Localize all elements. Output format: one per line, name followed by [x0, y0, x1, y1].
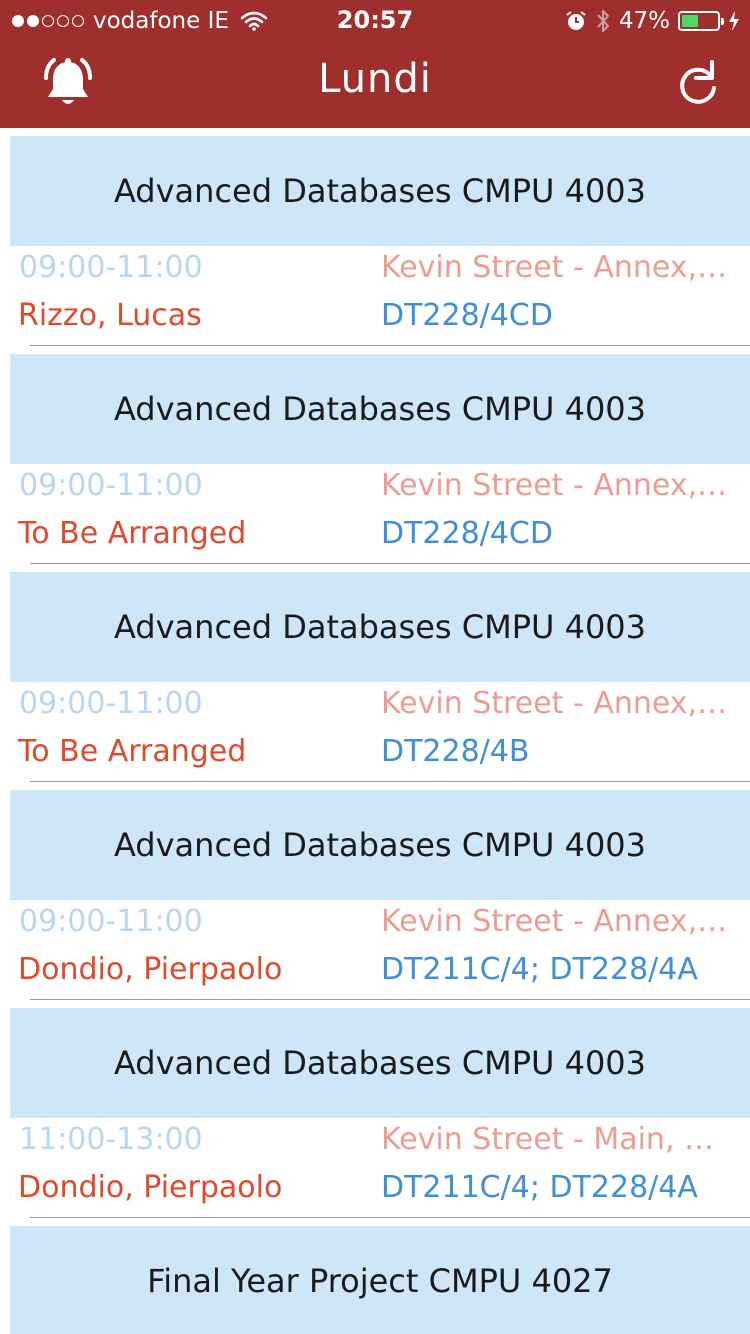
class-entry[interactable]: 09:00-11:00 To Be Arranged Kevin Street - … — [0, 464, 750, 564]
class-location: Kevin Street - Annex, Room KA-3-015 — [381, 686, 733, 721]
course-title: Advanced Databases CMPU 4003 — [113, 390, 647, 428]
course-title: Advanced Databases CMPU 4003 — [113, 826, 647, 864]
alarm-icon — [566, 11, 586, 30]
class-entry[interactable]: 09:00-11:00 Rizzo, Lucas Kevin Street - An… — [0, 246, 750, 346]
battery-percent: 47% — [618, 8, 670, 34]
class-entry[interactable]: 11:00-13:00 Dondio, Pierpaolo Kevin Street… — [0, 1118, 750, 1218]
course-header[interactable]: Final Year Project CMPU 4027 — [10, 1226, 750, 1334]
battery-nub — [721, 18, 724, 25]
refresh-icon[interactable] — [674, 58, 722, 108]
course-header[interactable]: Advanced Databases CMPU 4003 — [10, 354, 750, 464]
class-time: 09:00-11:00 — [19, 904, 203, 939]
class-entry[interactable]: 09:00-11:00 Dondio, Pierpaolo Kevin Street… — [0, 900, 750, 1000]
course-header[interactable]: Advanced Databases CMPU 4003 — [10, 790, 750, 900]
bluetooth-icon — [597, 10, 609, 32]
lecturer-name: Rizzo, Lucas — [18, 298, 202, 333]
course-title: Advanced Databases CMPU 4003 — [113, 172, 647, 210]
class-time: 09:00-11:00 — [19, 250, 203, 285]
page-title: Lundi — [318, 56, 432, 102]
course-title: Final Year Project CMPU 4027 — [147, 1262, 613, 1300]
student-group: DT228/4CD — [381, 298, 553, 333]
battery-icon — [678, 11, 724, 31]
class-location: Kevin Street - Main, Building Room — [381, 1122, 733, 1157]
row-separator — [30, 1217, 750, 1218]
class-entry[interactable]: 09:00-11:00 To Be Arranged Kevin Street - … — [0, 682, 750, 782]
student-group: DT228/4CD — [381, 516, 553, 551]
lecturer-name: Dondio, Pierpaolo — [18, 1170, 283, 1205]
course-header[interactable]: Advanced Databases CMPU 4003 — [10, 572, 750, 682]
app-header: vodafone IE 20:57 47% Lundi — [0, 0, 750, 128]
row-separator — [30, 999, 750, 1000]
student-group: DT211C/4; DT228/4A — [381, 1170, 698, 1205]
nav-bar: Lundi — [0, 40, 750, 128]
app-screen: vodafone IE 20:57 47% Lundi Advanced Dat… — [0, 0, 750, 1334]
charging-bolt-icon — [729, 11, 739, 31]
class-location: Kevin Street - Annex, Room KA-3-013 — [381, 250, 733, 285]
course-list: Advanced Databases CMPU 4003 09:00-11:00 R… — [0, 128, 750, 1334]
lecturer-name: To Be Arranged — [18, 734, 247, 769]
status-bar: vodafone IE 20:57 47% — [0, 0, 750, 40]
class-location: Kevin Street - Annex, Room KA-3-016 — [381, 904, 733, 939]
lecturer-name: Dondio, Pierpaolo — [18, 952, 283, 987]
row-separator — [30, 781, 750, 782]
class-time: 09:00-11:00 — [19, 468, 203, 503]
class-time: 11:00-13:00 — [19, 1122, 203, 1157]
course-title: Advanced Databases CMPU 4003 — [113, 608, 647, 646]
course-header[interactable]: Advanced Databases CMPU 4003 — [10, 136, 750, 246]
class-location: Kevin Street - Annex, Room KA-3-014 — [381, 468, 733, 503]
status-right: 47% — [565, 7, 740, 35]
battery-level — [682, 15, 698, 27]
lecturer-name: To Be Arranged — [18, 516, 247, 551]
course-title: Advanced Databases CMPU 4003 — [113, 1044, 647, 1082]
student-group: DT211C/4; DT228/4A — [381, 952, 698, 987]
student-group: DT228/4B — [381, 734, 530, 769]
row-separator — [30, 345, 750, 346]
row-separator — [30, 563, 750, 564]
course-header[interactable]: Advanced Databases CMPU 4003 — [10, 1008, 750, 1118]
class-time: 09:00-11:00 — [19, 686, 203, 721]
